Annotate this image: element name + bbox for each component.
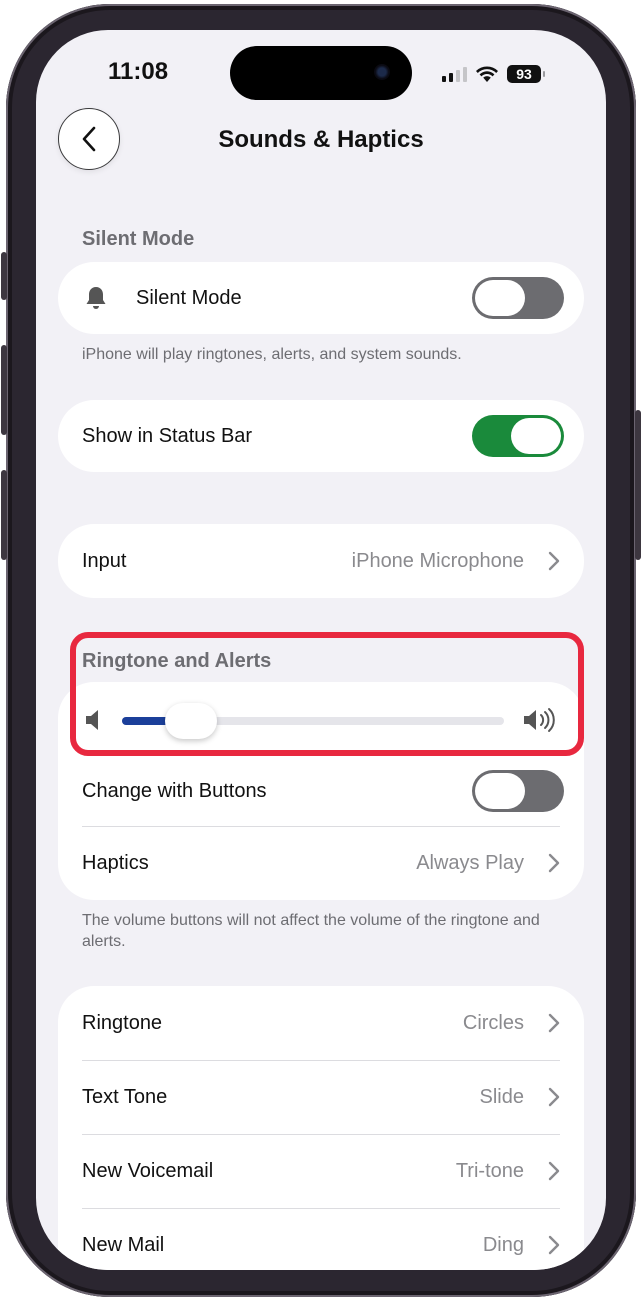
silent-mode-footnote: iPhone will play ringtones, alerts, and … [82,346,462,363]
new-voicemail-label: New Voicemail [82,1159,214,1182]
chevron-right-icon [548,1087,560,1107]
input-value: iPhone Microphone [351,549,524,572]
highlight-box [70,632,584,756]
action-button [1,252,7,300]
ringtone-row[interactable]: Ringtone Circles [58,986,584,1060]
silent-mode-card: Silent Mode [58,262,584,334]
chevron-right-icon [548,853,560,873]
new-mail-value: Ding [482,1233,524,1256]
input-card: Input iPhone Microphone [58,524,584,598]
page-title: Sounds & Haptics [218,126,424,153]
cellular-signal-icon [442,66,467,82]
new-voicemail-value: Tri-tone [455,1159,524,1182]
bell-icon [86,287,106,309]
show-in-status-bar-label: Show in Status Bar [82,424,253,447]
change-with-buttons-row[interactable]: Change with Buttons [58,754,584,828]
status-bar-card: Show in Status Bar [58,400,584,472]
chevron-right-icon [548,1235,560,1255]
battery-icon: 93 [507,65,545,83]
ringtone-footnote: The volume buttons will not affect the v… [82,912,540,950]
text-tone-value: Slide [479,1085,524,1108]
chevron-right-icon [548,551,560,571]
wifi-icon [476,66,498,82]
change-with-buttons-label: Change with Buttons [82,779,267,802]
volume-up-button [1,345,7,435]
silent-mode-label: Silent Mode [136,286,242,309]
camera-icon [374,64,390,80]
chevron-right-icon [548,1013,560,1033]
silent-mode-toggle[interactable] [472,277,564,319]
change-with-buttons-toggle[interactable] [472,770,564,812]
chevron-right-icon [548,1161,560,1181]
new-mail-label: New Mail [82,1233,165,1256]
side-button [635,410,641,560]
status-indicators: 93 [442,62,545,86]
show-in-status-bar-row[interactable]: Show in Status Bar [58,400,584,472]
text-tone-label: Text Tone [82,1085,168,1108]
haptics-value: Always Play [416,851,524,874]
volume-down-button [1,470,7,560]
show-in-status-bar-toggle[interactable] [472,415,564,457]
tones-card: Ringtone Circles Text Tone Slide New Voi… [58,986,584,1270]
new-mail-row[interactable]: New Mail Ding [58,1208,584,1270]
status-time: 11:08 [108,58,169,85]
input-row[interactable]: Input iPhone Microphone [58,524,584,598]
haptics-label: Haptics [82,851,149,874]
new-voicemail-row[interactable]: New Voicemail Tri-tone [58,1134,584,1208]
dynamic-island [230,46,412,100]
section-header-silent-mode: Silent Mode [82,228,195,250]
text-tone-row[interactable]: Text Tone Slide [58,1060,584,1134]
silent-mode-row[interactable]: Silent Mode [58,262,584,334]
haptics-row[interactable]: Haptics Always Play [58,826,584,900]
ringtone-value: Circles [462,1011,524,1034]
input-label: Input [82,549,127,572]
ringtone-label: Ringtone [82,1011,163,1034]
screen: 11:08 93 Sounds & Haptics Silent Mode Si… [36,30,606,1270]
